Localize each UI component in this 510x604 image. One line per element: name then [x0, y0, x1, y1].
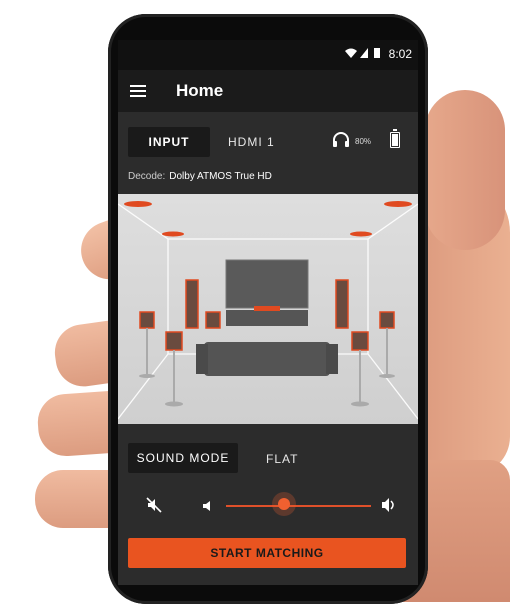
status-time: 8:02: [388, 47, 412, 61]
input-button[interactable]: INPUT: [128, 127, 210, 157]
headphones-icon[interactable]: [332, 132, 350, 148]
app-bar: Home: [118, 70, 418, 112]
decode-value: Dolby ATMOS True HD: [169, 171, 272, 182]
sound-mode-value: FLAT: [266, 452, 299, 466]
status-bar: 8:02: [118, 40, 418, 70]
volume-slider[interactable]: [226, 505, 371, 507]
speaker-layout-illustration: [118, 194, 418, 424]
volume-up-icon[interactable]: [381, 497, 397, 518]
battery-icon: [390, 129, 400, 148]
decode-label: Decode:: [128, 171, 166, 182]
battery-icon: [374, 48, 380, 58]
decode-line: Decode: Dolby ATMOS True HD: [128, 171, 272, 182]
menu-icon[interactable]: [130, 85, 146, 97]
page-title: Home: [176, 81, 224, 100]
sound-mode-button[interactable]: SOUND MODE: [128, 443, 238, 473]
start-matching-button[interactable]: START MATCHING: [128, 538, 406, 568]
volume-down-icon[interactable]: [202, 499, 214, 517]
volume-slider-handle[interactable]: [278, 498, 290, 510]
headphone-level: 80%: [355, 137, 372, 146]
phone-screen: 8:02 Home INPUT HDMI 1 80% Decode: Dolby …: [118, 40, 418, 585]
input-value: HDMI 1: [228, 135, 275, 149]
hand-thumb: [425, 90, 505, 250]
signal-icon: [344, 47, 374, 62]
mute-icon[interactable]: [146, 497, 162, 518]
